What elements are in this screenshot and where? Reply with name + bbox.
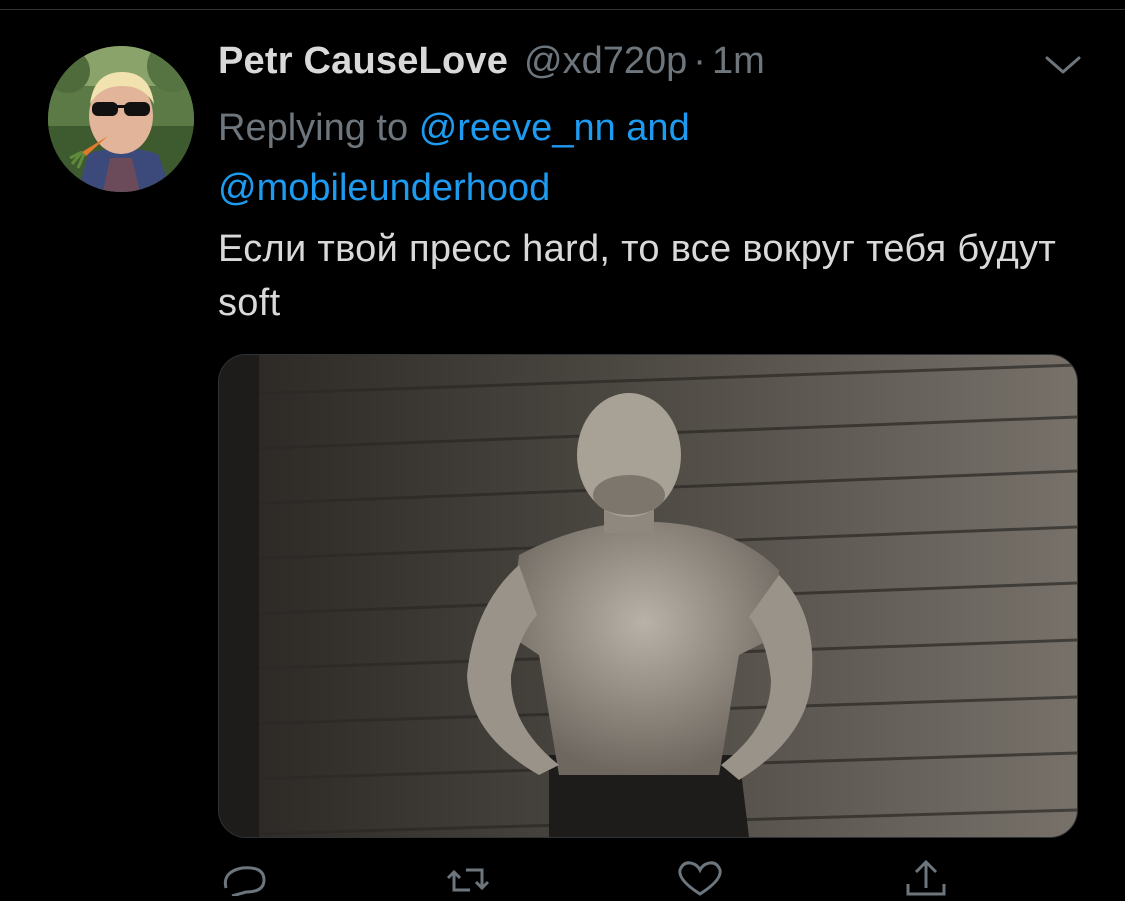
chevron-down-icon xyxy=(1045,56,1081,74)
retweet-button[interactable] xyxy=(440,858,496,896)
tweet-media-image[interactable] xyxy=(218,354,1078,838)
mention-and[interactable]: and xyxy=(626,107,689,149)
tweet-text: Если твой пресс hard, то все вокруг тебя… xyxy=(218,228,1057,324)
retweet-icon xyxy=(446,868,490,892)
replying-to: Replying to @reeve_nn and @mobileunderho… xyxy=(218,98,1068,218)
comment-icon xyxy=(223,866,266,898)
user-handle[interactable]: @xd720p xyxy=(524,40,687,83)
avatar[interactable] xyxy=(48,46,194,192)
separator: · xyxy=(693,40,706,82)
tweet-header: Petr CauseLove @xd720p · 1m xyxy=(218,40,765,90)
heart-icon xyxy=(678,861,722,896)
mention-mobileunderhood[interactable]: @mobileunderhood xyxy=(218,167,550,209)
reply-button[interactable] xyxy=(218,858,274,898)
display-name[interactable]: Petr CauseLove xyxy=(218,40,508,83)
tweet-actions xyxy=(218,858,978,898)
share-icon xyxy=(906,859,946,896)
share-button[interactable] xyxy=(898,858,954,896)
like-button[interactable] xyxy=(672,858,728,896)
top-divider xyxy=(0,0,1125,10)
timestamp[interactable]: 1m xyxy=(712,40,765,83)
more-options-button[interactable] xyxy=(1043,50,1083,78)
replying-prefix: Replying to xyxy=(218,107,409,149)
photo-shirtless-man-against-wooden-wall xyxy=(219,355,1077,837)
mention-reeve-nn[interactable]: @reeve_nn xyxy=(419,107,616,149)
avatar-photo xyxy=(48,46,194,192)
